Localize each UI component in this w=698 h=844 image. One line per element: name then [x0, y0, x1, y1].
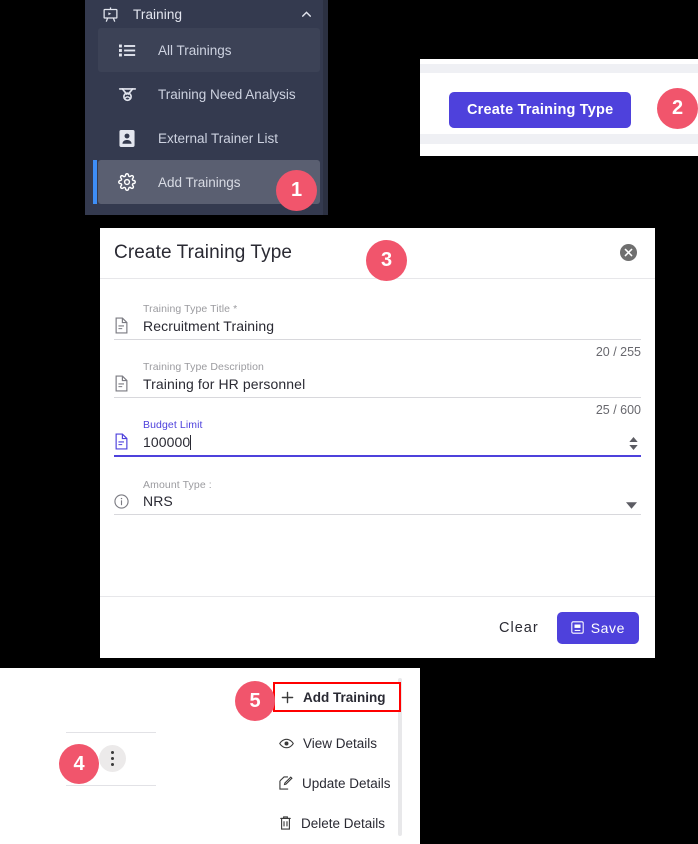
amount-type-select[interactable]: NRS [114, 493, 641, 515]
step-badge-2: 2 [657, 88, 698, 129]
sidebar-item-training-need-analysis[interactable]: Training Need Analysis [98, 72, 320, 116]
table-row-divider-top [66, 732, 156, 733]
save-disk-icon [570, 621, 584, 634]
field-amount-type: Amount Type : NRS [114, 479, 641, 515]
save-button[interactable]: Save [556, 611, 639, 644]
dot [111, 757, 114, 760]
chevron-down-icon[interactable] [621, 502, 641, 509]
contact-card-icon [112, 129, 142, 147]
table-row-divider-bottom [66, 785, 156, 786]
gear-icon [112, 173, 142, 191]
modal-footer: Clear Save [100, 596, 655, 658]
field-input-row[interactable]: 100000 [114, 433, 641, 457]
analysis-icon [112, 86, 142, 103]
plus-icon [281, 691, 294, 704]
document-icon [114, 433, 143, 450]
description-char-counter: 25 / 600 [595, 403, 641, 417]
modal-body: Training Type Title * 20 / 255 Training … [100, 279, 655, 515]
document-icon [114, 317, 143, 334]
sidebar-group-training[interactable]: Training [85, 0, 328, 28]
toolbar-bottom-strip [420, 134, 698, 144]
text-caret [190, 434, 192, 450]
field-training-type-title: Training Type Title * 20 / 255 [114, 303, 641, 359]
field-training-type-description: Training Type Description 25 / 600 [114, 361, 641, 417]
eye-icon [279, 738, 294, 749]
context-menu-item-delete-details[interactable]: Delete Details [271, 803, 403, 843]
sidebar-item-label: All Trainings [158, 42, 232, 58]
context-menu-item-label: Delete Details [301, 815, 386, 831]
amount-type-value: NRS [143, 493, 173, 509]
create-training-type-button[interactable]: Create Training Type [449, 92, 632, 128]
dot [111, 751, 114, 754]
sidebar-scroll-edge[interactable] [323, 0, 328, 215]
step-badge-3: 3 [366, 240, 407, 281]
dot [111, 763, 114, 766]
title-char-counter: 20 / 255 [595, 345, 641, 359]
step-badge-1: 1 [276, 170, 317, 211]
clear-button[interactable]: Clear [499, 620, 539, 636]
context-menu-item-add-training[interactable]: Add Training [273, 682, 401, 712]
more-vertical-icon[interactable] [99, 745, 126, 772]
budget-limit-input[interactable]: 100000 [143, 434, 190, 450]
field-label: Amount Type : [143, 479, 212, 491]
context-menu-item-view-details[interactable]: View Details [271, 723, 403, 763]
trash-icon [279, 816, 292, 830]
step-badge-4: 4 [59, 744, 99, 784]
toolbar-top-strip [420, 64, 698, 73]
sidebar-item-label: External Trainer List [158, 130, 279, 146]
sidebar-group-label: Training [133, 6, 183, 22]
field-label: Training Type Description [143, 361, 264, 373]
context-menu-item-label: Add Training [303, 689, 386, 705]
sidebar-item-external-trainer-list[interactable]: External Trainer List [98, 116, 320, 160]
context-menu-item-update-details[interactable]: Update Details [271, 763, 403, 803]
modal-title: Create Training Type [114, 242, 293, 263]
context-menu-item-label: Update Details [302, 775, 391, 791]
step-badge-5: 5 [235, 681, 275, 721]
field-label: Budget Limit [143, 419, 203, 431]
field-budget-limit: Budget Limit 100000 [114, 419, 641, 457]
close-icon[interactable] [620, 244, 637, 261]
training-type-description-input[interactable] [143, 376, 641, 392]
field-label: Training Type Title * [143, 303, 238, 315]
training-type-title-input[interactable] [143, 318, 641, 334]
field-input-row[interactable] [114, 317, 641, 340]
document-icon [114, 375, 143, 392]
context-menu-item-label: View Details [303, 735, 378, 751]
create-training-type-modal: Create Training Type Training Type Title… [100, 228, 655, 658]
chevron-up-icon[interactable] [298, 8, 314, 21]
list-icon [112, 43, 142, 58]
sidebar-item-label: Add Trainings [158, 174, 241, 190]
sidebar-item-label: Training Need Analysis [158, 86, 296, 102]
screenshot-canvas: Training All Trainings Training Need Ana… [0, 0, 698, 844]
save-button-label: Save [590, 619, 625, 636]
sidebar-item-all-trainings[interactable]: All Trainings [98, 28, 320, 72]
field-input-row[interactable] [114, 375, 641, 398]
edit-pencil-icon [279, 776, 293, 790]
context-menu: Add Training View Details Update Details… [271, 668, 403, 844]
presentation-board-icon [99, 6, 121, 23]
info-circle-icon [114, 494, 143, 509]
number-stepper[interactable] [625, 437, 641, 450]
